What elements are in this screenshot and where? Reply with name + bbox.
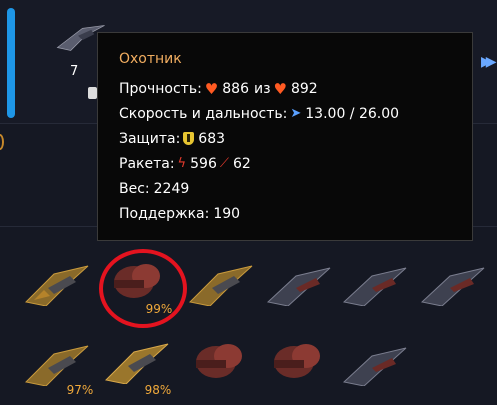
support-value: 190: [213, 205, 241, 222]
defense-label: Защита:: [119, 130, 181, 147]
durability-current: 886: [222, 80, 249, 97]
ship-fighter[interactable]: [342, 340, 410, 386]
selected-ship-highlight: [99, 249, 187, 328]
support-row: Поддержка: 190: [119, 201, 472, 226]
weight-value: 2249: [153, 180, 190, 197]
tooltip-title: Охотник: [119, 51, 182, 67]
heart-icon: ♥: [204, 79, 219, 98]
ship-heavy[interactable]: [264, 336, 332, 382]
thumbs-up-icon[interactable]: [88, 87, 97, 99]
ship-fighter[interactable]: [420, 260, 488, 306]
ship-hunter[interactable]: [104, 338, 172, 384]
speed-value: 13.00 / 26.00: [305, 105, 400, 122]
selection-accent-bar: [7, 8, 15, 118]
speed-label: Скорость и дальность:: [119, 105, 288, 122]
shield-icon: [183, 132, 195, 145]
ship-hunter[interactable]: [24, 340, 92, 386]
ship-stats-tooltip: Охотник Прочность: ♥ 886 из ♥ 892 Скорос…: [97, 32, 473, 241]
ship-heavy[interactable]: [186, 336, 254, 382]
heart-icon: ♥: [273, 79, 287, 98]
missile-icon: ⟋: [219, 156, 229, 171]
ship-health-percent: 97%: [66, 383, 94, 397]
ship-hunter[interactable]: [24, 260, 92, 306]
side-marker-icon: [0, 134, 4, 150]
lightning-icon: ϟ: [177, 156, 187, 171]
durability-row: Прочность: ♥ 886 из ♥ 892: [119, 76, 472, 101]
speed-row: Скорость и дальность: ➤ 13.00 / 26.00: [119, 101, 472, 126]
ship-fighter[interactable]: [266, 260, 334, 306]
missile-row: Ракета: ϟ 596 ⟋ 62: [119, 151, 472, 176]
support-label: Поддержка:: [119, 205, 210, 222]
ship-hunter[interactable]: [188, 260, 256, 306]
fast-forward-icon[interactable]: ▶▶: [481, 54, 496, 70]
weight-row: Вес: 2249: [119, 176, 472, 201]
ship-count: 7: [70, 64, 79, 79]
weight-label: Вес:: [119, 180, 150, 197]
navigation-arrow-icon: ➤: [290, 106, 302, 121]
ship-fighter[interactable]: [342, 260, 410, 306]
durability-of: из: [253, 80, 271, 97]
missile-label: Ракета:: [119, 155, 175, 172]
missile-second: 62: [232, 155, 251, 172]
ship-health-percent: 98%: [144, 383, 172, 397]
durability-max: 892: [290, 80, 318, 97]
defense-row: Защита: 683: [119, 126, 472, 151]
defense-value: 683: [198, 130, 226, 147]
durability-label: Прочность:: [119, 80, 202, 97]
missile-damage: 596: [190, 155, 217, 172]
